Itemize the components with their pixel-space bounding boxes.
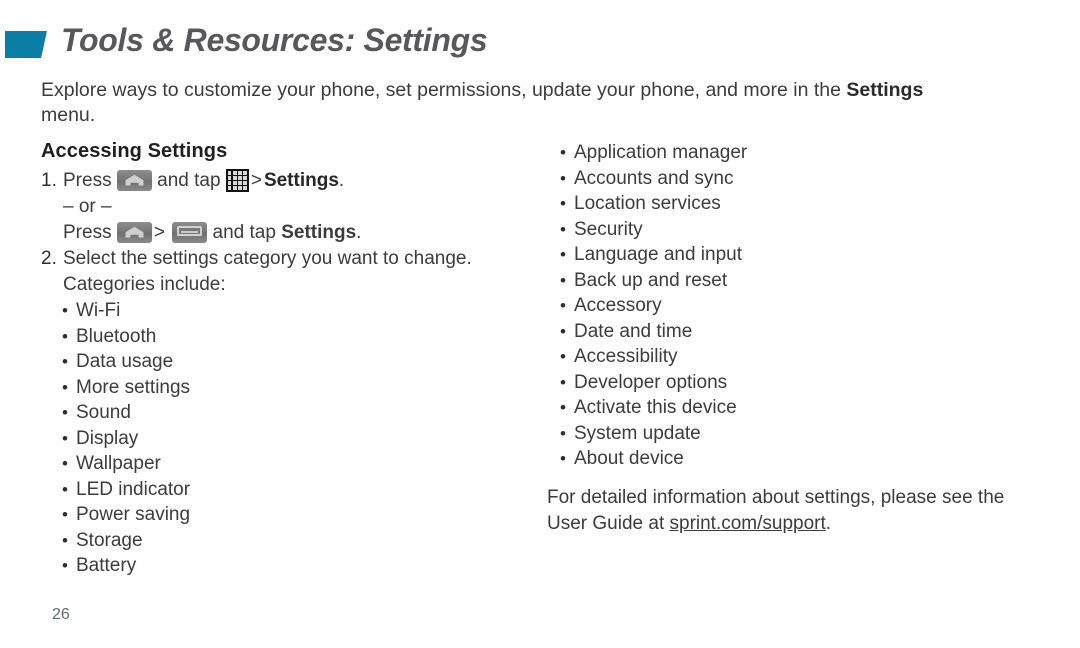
note-line-2-suffix: . [825,513,832,534]
menu-key-icon [172,222,208,243]
step-1-middle: and tap [157,170,221,191]
home-arch-glyph [125,226,144,238]
step-2-text: Select the settings category you want to… [63,248,472,269]
parallelogram-accent-icon [5,31,47,58]
list-item: Sound [62,400,541,426]
category-label: Accessibility [574,346,678,367]
intro-line-2-rest: menu. [41,104,96,126]
category-label: System update [574,422,701,444]
steps-list: 1. Press and tap > Settings. [41,168,541,194]
list-item: Battery [62,553,541,579]
step-2-number: 2. [41,248,57,269]
list-item: Accessibility [560,344,1040,370]
list-item: System update [560,421,1040,447]
alt-step-prefix: Press [63,222,112,243]
footer-note: For detailed information about settings,… [547,485,1017,537]
list-item: Storage [62,528,541,554]
category-label: Developer options [574,371,728,393]
alt-step-separator: > [153,222,165,243]
or-divider: – or – [63,196,112,217]
category-label: Data usage [76,351,174,372]
category-label: Sound [76,402,131,423]
category-label: Wi-Fi [76,300,121,321]
note-line-1: For detailed information about settings,… [547,487,937,508]
intro-bold-term: Settings [846,79,924,101]
category-label: Power saving [76,504,191,525]
list-item: Location services [560,191,1040,217]
step-1: 1. Press and tap > Settings. [41,168,541,194]
category-label: About device [574,448,684,469]
page-title: Tools & Resources: Settings [61,22,488,58]
category-label: Accounts and sync [574,167,734,189]
list-item: More settings [62,375,541,401]
apps-grid-icon [225,169,249,192]
alt-step-period: . [356,222,362,243]
home-key-icon [116,170,152,191]
list-item: Language and input [560,242,1040,268]
list-item: Accessory [560,293,1040,319]
step-1-separator: > [250,170,262,191]
category-label: Activate this device [574,397,737,418]
category-label: Application manager [574,142,748,163]
list-item: Power saving [62,502,541,528]
categories-list-right: Application manager Accounts and sync Loca… [560,140,1040,472]
category-label: Date and time [574,320,693,342]
list-item: About device [560,446,1040,472]
alt-step-middle: and tap [212,222,276,243]
list-item: Security [560,217,1040,243]
category-label: Display [76,427,139,449]
home-key-icon [116,222,152,243]
step-1-number: 1. [41,170,57,191]
category-label: Back up and reset [574,269,728,291]
list-item: Application manager [560,140,1040,166]
category-label: More settings [76,376,191,398]
list-item: LED indicator [62,477,541,503]
step-1-target: Settings [263,170,339,191]
step-1-period: . [338,170,345,191]
category-label: Battery [76,555,137,576]
list-item: Display [62,426,541,452]
page-header: Tools & Resources: Settings [0,22,1080,66]
section-heading-accessing-settings: Accessing Settings [41,140,228,162]
step-2-subtext: Categories include: [63,274,226,295]
list-item: Wallpaper [62,451,541,477]
category-label: Language and input [574,244,742,265]
home-arch-glyph [125,174,144,186]
category-label: Bluetooth [76,325,157,347]
page-number: 26 [52,606,70,623]
left-column: Accessing Settings 1. Press and tap > Sett… [41,140,541,579]
list-item: Accounts and sync [560,166,1040,192]
alt-step-target: Settings [281,222,357,243]
category-label: Location services [574,193,721,214]
list-item: Back up and reset [560,268,1040,294]
menu-tray-line-glyph [181,231,199,233]
steps-list-2: 2. Select the settings category you want … [41,246,541,272]
alt-step: Press > and tap Settings. [41,220,541,246]
category-label: Accessory [574,295,662,316]
intro-paragraph: Explore ways to customize your phone, se… [41,78,941,128]
category-label: Storage [76,529,143,551]
step-1-prefix: Press [63,170,112,191]
right-column: Application manager Accounts and sync Loca… [560,140,1040,472]
apps-grid-cells [227,171,247,190]
list-item: Date and time [560,319,1040,345]
list-item: Wi-Fi [62,298,541,324]
category-label: Security [574,218,643,240]
categories-list-left: Wi-Fi Bluetooth Data usage More settings Sou… [41,298,541,579]
category-label: LED indicator [76,478,191,500]
list-item: Developer options [560,370,1040,396]
list-item: Data usage [62,349,541,375]
support-url-link[interactable]: sprint.com/support [670,513,826,534]
list-item: Bluetooth [62,324,541,350]
intro-line-1: Explore ways to customize your phone, se… [41,79,841,101]
category-label: Wallpaper [76,453,161,474]
step-2: 2. Select the settings category you want … [41,246,541,272]
list-item: Activate this device [560,395,1040,421]
